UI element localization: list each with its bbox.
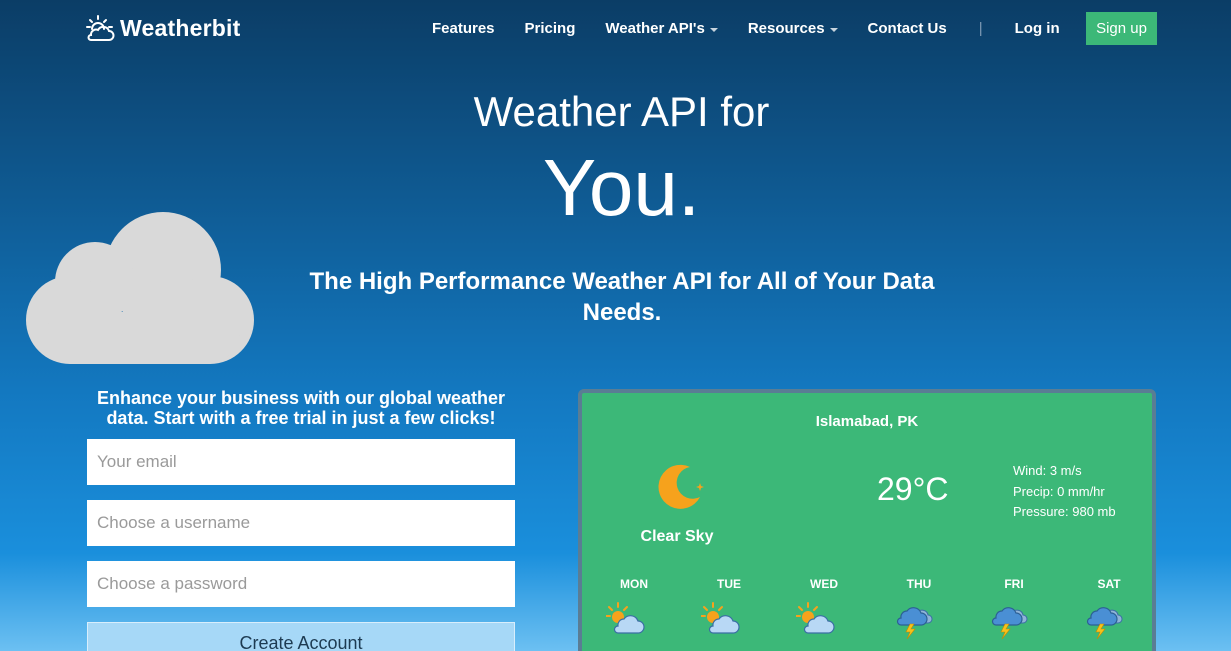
logo-text: Weatherbit <box>120 14 241 41</box>
forecast-day-label: TUE <box>717 577 741 591</box>
forecast-day-label: SAT <box>1097 577 1121 591</box>
caret-down-icon <box>709 27 718 32</box>
thunderstorm-icon <box>1086 607 1123 639</box>
cloud-illustration <box>26 212 254 364</box>
widget-city: Islamabad, PK <box>815 413 919 430</box>
nav-link-pricing[interactable]: Pricing <box>525 20 576 37</box>
nav-link-label: Contact Us <box>867 20 947 37</box>
signup-form: Enhance your business with our global we… <box>87 388 515 651</box>
nav-link-features[interactable]: Features <box>432 20 495 37</box>
top-navbar: Weatherbit Features Pricing Weather API'… <box>0 0 1231 58</box>
signup-button[interactable]: Sign up <box>1086 12 1157 45</box>
login-link[interactable]: Log in <box>1015 20 1060 37</box>
signup-intro-text: Enhance your business with our global we… <box>96 388 506 428</box>
thunderstorm-icon <box>991 607 1028 639</box>
weatherbit-logo[interactable]: Weatherbit <box>86 14 240 42</box>
widget-temperature: 29°C <box>877 471 949 507</box>
nav-link-weather-apis[interactable]: Weather API's <box>605 20 718 37</box>
widget-pressure: Pressure: 980 mb <box>1013 504 1116 519</box>
hero-heading-line1: Weather API for <box>473 88 770 135</box>
widget-details: Wind: 3 m/s Precip: 0 mm/hr Pressure: 98… <box>1013 461 1116 523</box>
nav-link-label: Weather API's <box>605 20 705 37</box>
nav-link-label: Features <box>432 20 495 37</box>
widget-precip: Precip: 0 mm/hr <box>1013 483 1105 499</box>
username-input[interactable] <box>87 500 515 546</box>
forecast-day-label: MON <box>620 577 648 591</box>
nav-link-contact-us[interactable]: Contact Us <box>868 20 947 37</box>
thunderstorm-icon <box>896 607 933 639</box>
nav-link-resources[interactable]: Resources <box>748 20 838 37</box>
hero-subtitle: The High Performance Weather API for All… <box>309 268 935 326</box>
forecast-day-label: FRI <box>1004 577 1024 591</box>
widget-wind: Wind: 3 m/s <box>1013 463 1082 478</box>
partly-cloudy-sun-icon <box>606 602 645 634</box>
nav-separator: | <box>978 20 983 37</box>
nav-links: Features Pricing Weather API's Resources… <box>432 20 1090 37</box>
partly-cloudy-sun-icon <box>701 602 740 634</box>
weather-widget: Islamabad, PK Clear Sky 29°C Wind: 3 m/s… <box>578 389 1156 651</box>
forecast-day-label: THU <box>906 577 932 591</box>
create-account-button[interactable]: Create Account <box>87 622 515 651</box>
nav-link-label: Resources <box>747 20 825 37</box>
sun-cloud-logo-icon <box>86 15 115 41</box>
moon-icon <box>658 464 704 509</box>
nav-link-label: Pricing <box>524 20 576 37</box>
widget-description: Clear Sky <box>640 528 714 545</box>
caret-down-icon <box>829 27 838 32</box>
password-input[interactable] <box>87 561 515 607</box>
forecast-day-label: WED <box>810 577 838 591</box>
partly-cloudy-sun-icon <box>796 602 835 634</box>
email-input[interactable] <box>87 439 515 485</box>
